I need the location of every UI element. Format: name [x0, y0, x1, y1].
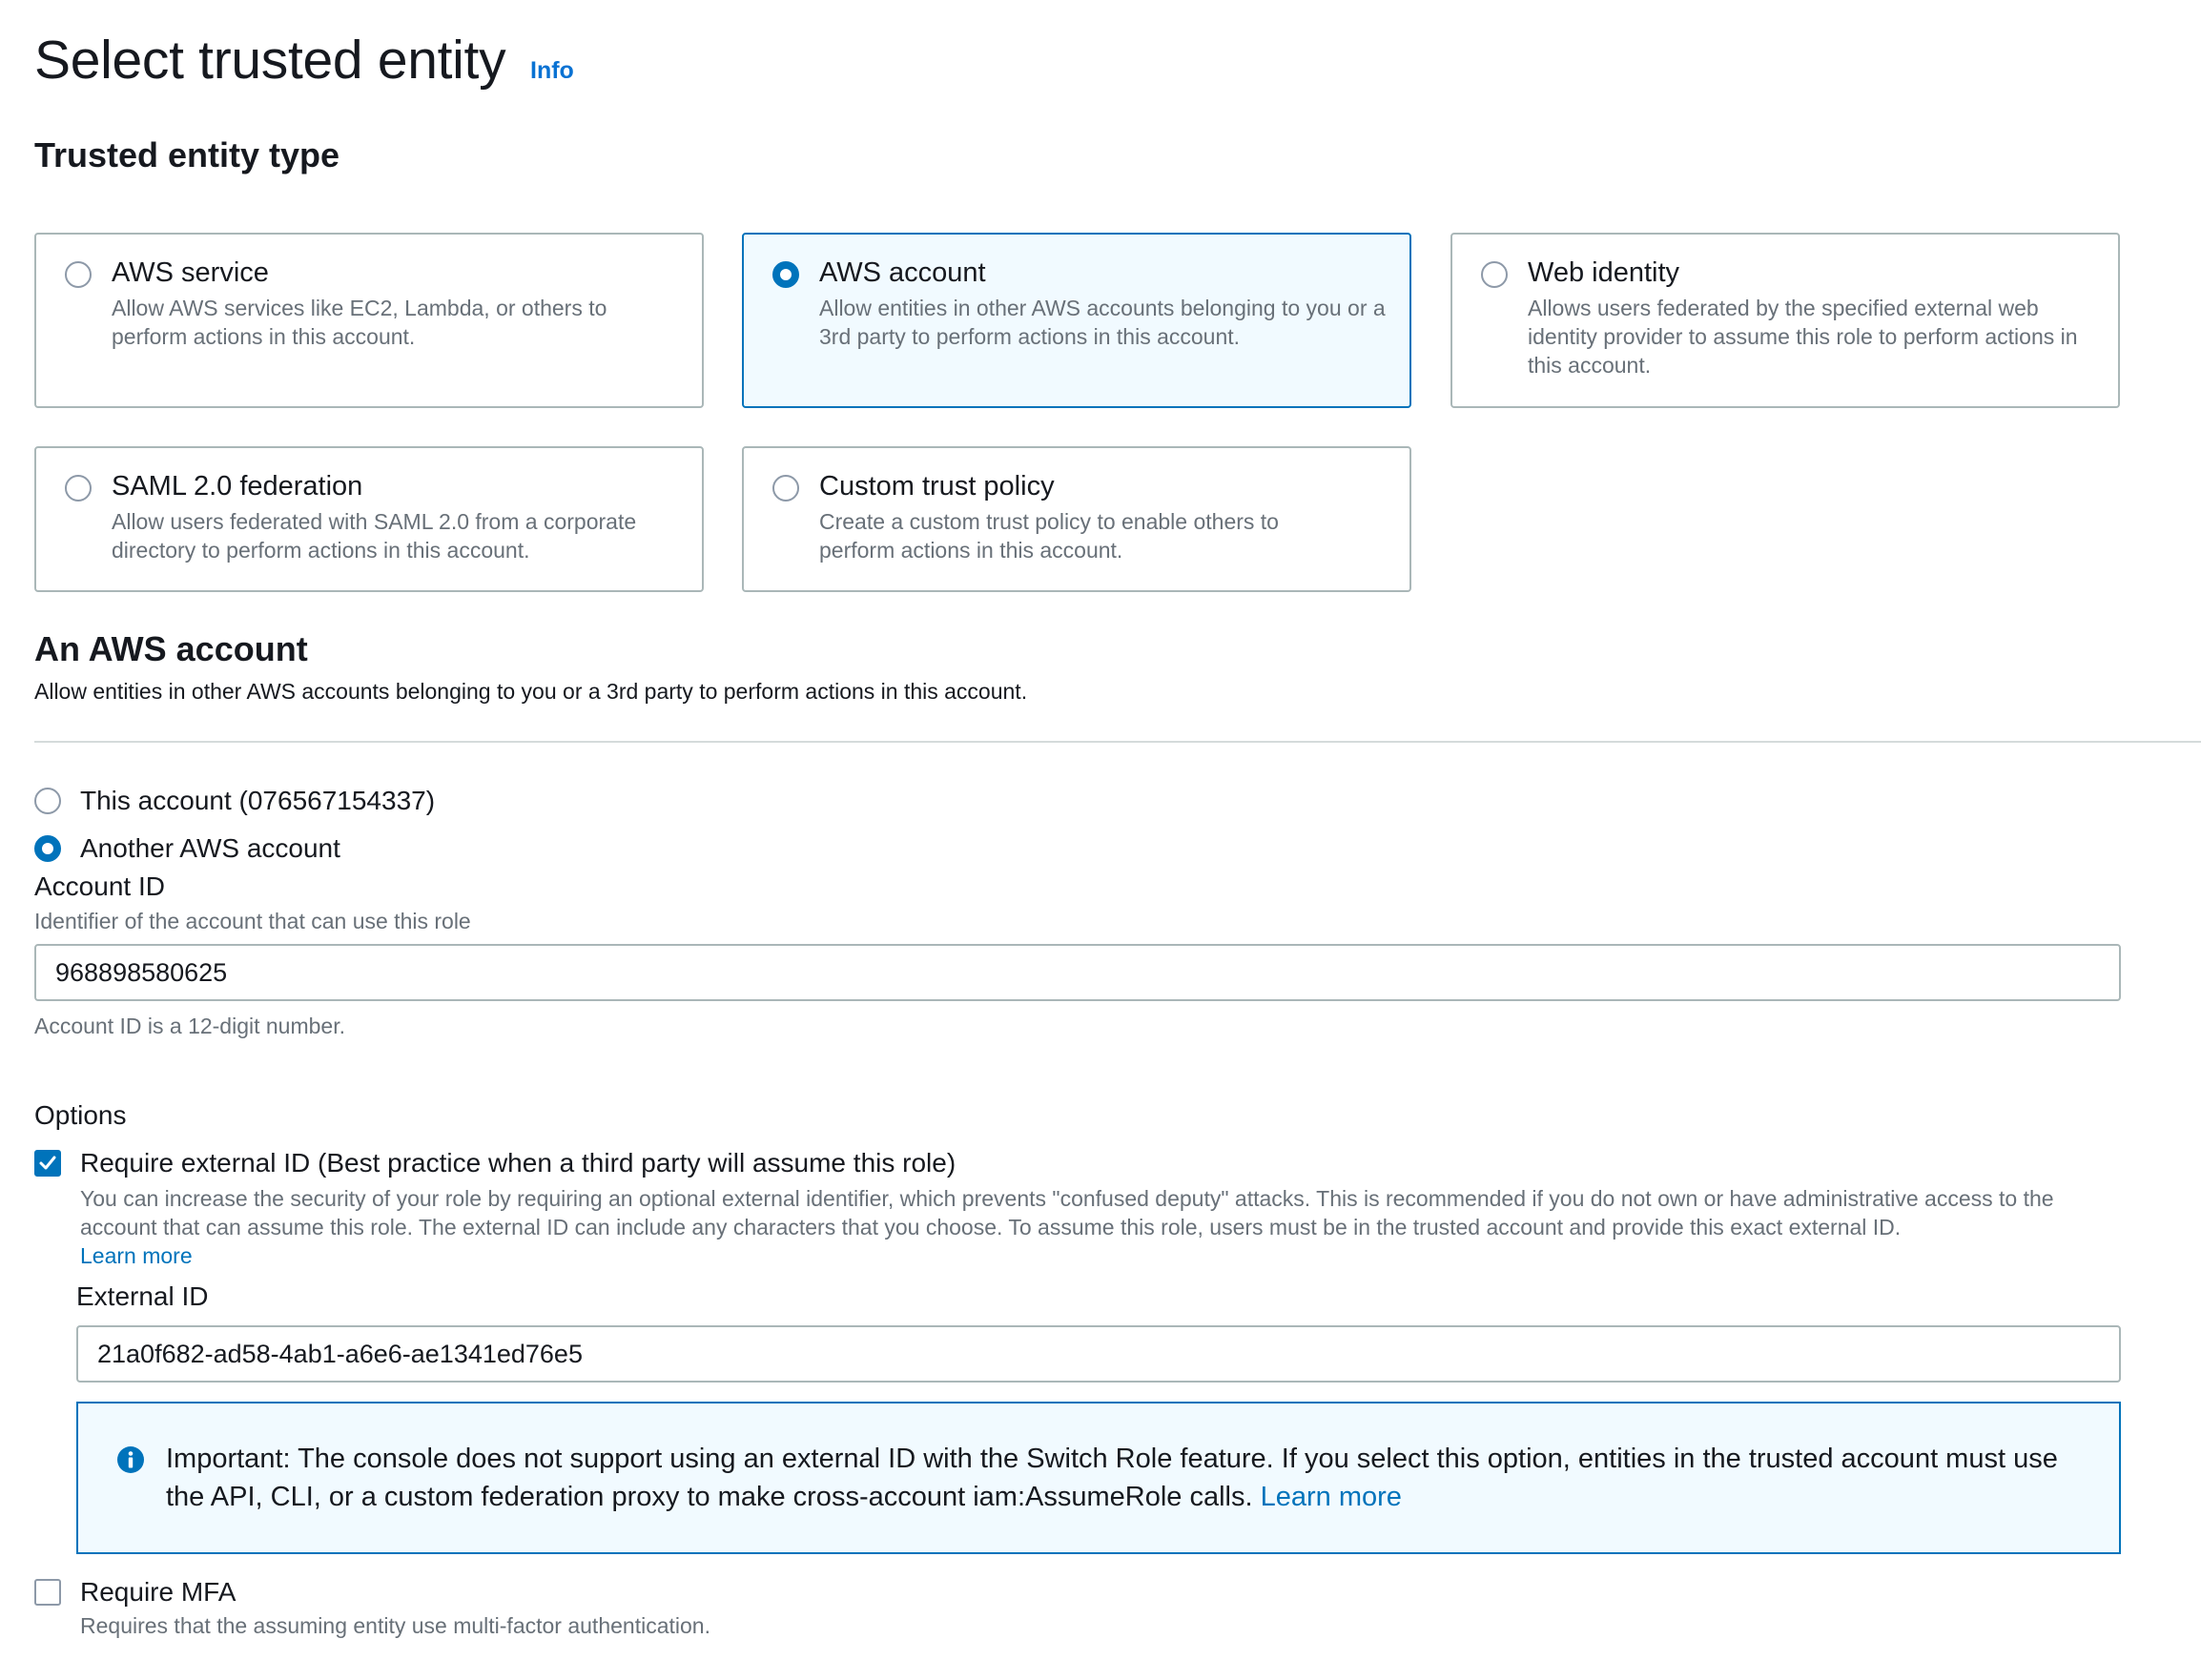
account-id-description: Identifier of the account that can use t… [34, 909, 471, 933]
tile-custom-trust-policy[interactable]: Custom trust policy Create a custom trus… [742, 446, 1411, 592]
account-id-input[interactable]: 968898580625 [34, 944, 2121, 1001]
section-divider [34, 741, 2201, 743]
tile-web-identity[interactable]: Web identity Allows users federated by t… [1450, 233, 2120, 408]
important-alert: Important: The console does not support … [76, 1402, 2121, 1554]
info-link[interactable]: Info [530, 57, 574, 85]
external-id-label: External ID [76, 1281, 209, 1311]
tile-title: Web identity [1528, 257, 1680, 288]
radio-saml-federation[interactable] [65, 475, 92, 502]
require-mfa-checkbox[interactable] [34, 1579, 61, 1606]
learn-more-link[interactable]: Learn more [80, 1243, 193, 1268]
require-external-id-label[interactable]: Require external ID (Best practice when … [80, 1148, 956, 1178]
alert-learn-more-link[interactable]: Learn more [1261, 1482, 1402, 1512]
tile-description: Allow entities in other AWS accounts bel… [819, 296, 1386, 349]
options-heading: Options [34, 1100, 127, 1130]
aws-account-heading: An AWS account [34, 629, 308, 668]
another-aws-account-label[interactable]: Another AWS account [80, 833, 340, 864]
tile-title: SAML 2.0 federation [112, 471, 363, 502]
info-circle-icon [116, 1445, 145, 1479]
radio-aws-account[interactable] [772, 261, 799, 288]
alert-message: Important: The console does not support … [166, 1440, 2083, 1516]
tile-title: Custom trust policy [819, 471, 1055, 502]
tile-description: Allow users federated with SAML 2.0 from… [112, 509, 637, 563]
tile-title: AWS account [819, 257, 986, 288]
this-account-label[interactable]: This account (076567154337) [80, 786, 435, 816]
aws-account-description: Allow entities in other AWS accounts bel… [34, 679, 1028, 704]
tile-description: Create a custom trust policy to enable o… [819, 509, 1279, 563]
require-mfa-description: Requires that the assuming entity use mu… [80, 1613, 710, 1638]
external-id-input[interactable]: 21a0f682-ad58-4ab1-a6e6-ae1341ed76e5 [76, 1325, 2121, 1383]
radio-another-aws-account[interactable] [34, 835, 61, 862]
page-title: Select trusted entity [34, 30, 506, 91]
tile-title: AWS service [112, 257, 269, 288]
external-id-help-description: You can increase the security of your ro… [80, 1186, 2054, 1240]
tile-aws-service[interactable]: AWS service Allow AWS services like EC2,… [34, 233, 704, 408]
tile-description: Allow AWS services like EC2, Lambda, or … [112, 296, 607, 349]
trusted-entity-type-heading: Trusted entity type [34, 135, 340, 174]
tile-aws-account[interactable]: AWS account Allow entities in other AWS … [742, 233, 1411, 408]
account-id-label: Account ID [34, 871, 165, 901]
alert-text: Important: The console does not support … [166, 1444, 2058, 1512]
checkmark-icon [39, 1156, 56, 1170]
require-mfa-label[interactable]: Require MFA [80, 1577, 236, 1608]
radio-this-account[interactable] [34, 788, 61, 814]
require-external-id-checkbox[interactable] [34, 1150, 61, 1177]
external-id-help-text: You can increase the security of your ro… [80, 1184, 2130, 1270]
radio-aws-service[interactable] [65, 261, 92, 288]
account-id-constraint: Account ID is a 12-digit number. [34, 1014, 345, 1038]
radio-custom-trust-policy[interactable] [772, 475, 799, 502]
tile-saml-federation[interactable]: SAML 2.0 federation Allow users federate… [34, 446, 704, 592]
tile-description: Allows users federated by the specified … [1528, 296, 2078, 378]
radio-web-identity[interactable] [1481, 261, 1508, 288]
